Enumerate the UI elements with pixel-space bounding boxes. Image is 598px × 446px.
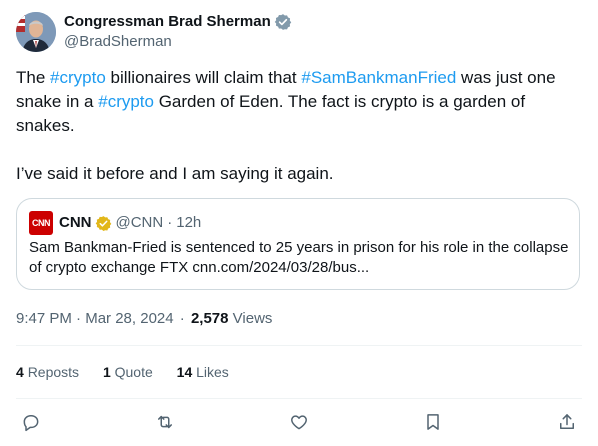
- quotes-stat[interactable]: 1 Quote: [103, 364, 153, 380]
- share-button[interactable]: [552, 407, 582, 437]
- quotes-label: Quote: [114, 364, 153, 380]
- author-handle[interactable]: @BradSherman: [64, 32, 172, 52]
- hashtag-link[interactable]: #SamBankmanFried: [301, 68, 456, 87]
- cnn-logo-icon[interactable]: CNN: [29, 211, 53, 235]
- like-button[interactable]: [284, 407, 314, 437]
- verified-badge-icon[interactable]: [274, 13, 292, 31]
- text-span: billionaires will claim that: [105, 68, 302, 87]
- separator-dot: ·: [76, 310, 82, 327]
- action-bar: [0, 407, 598, 437]
- reposts-stat[interactable]: 4 Reposts: [16, 364, 79, 380]
- separator-dot: ·: [167, 214, 173, 231]
- tweet-detail: Congressman Brad Sherman @BradSherman Th…: [0, 0, 598, 446]
- quotes-count: 1: [102, 364, 111, 380]
- bookmark-button[interactable]: [418, 407, 448, 437]
- reply-icon: [23, 415, 39, 432]
- tweet-paragraph-1: The #crypto billionaires will claim that…: [16, 66, 582, 138]
- quoted-tweet-card[interactable]: CNN CNN @CNN · 12h Sam Bankman-Fried is …: [16, 198, 580, 290]
- tweet-time[interactable]: 9:47 PM: [16, 310, 72, 327]
- tweet-timestamp-row: 9:47 PM · Mar 28, 2024 · 2,578 Views: [16, 309, 272, 329]
- hashtag-link[interactable]: #crypto: [98, 92, 154, 111]
- quoted-tweet-text: Sam Bankman-Fried is sentenced to 25 yea…: [29, 239, 569, 276]
- repost-icon: [158, 415, 172, 429]
- hashtag-link[interactable]: #crypto: [50, 68, 106, 87]
- tweet-paragraph-2: I’ve said it before and I am saying it a…: [16, 164, 334, 183]
- reposts-count: 4: [16, 364, 24, 380]
- reply-button[interactable]: [16, 407, 46, 437]
- views-count: 2,578: [190, 310, 229, 327]
- views-label: Views: [232, 310, 273, 327]
- like-icon: [291, 415, 307, 430]
- quoted-tweet-header: CNN CNN @CNN · 12h: [29, 211, 201, 235]
- repost-button[interactable]: [150, 407, 180, 437]
- engagement-stats: 4 Reposts 1 Quote 14 Likes: [16, 362, 249, 382]
- avatar[interactable]: [16, 12, 56, 52]
- separator-dot: ·: [179, 310, 185, 327]
- tweet-text: The #crypto billionaires will claim that…: [16, 66, 582, 186]
- likes-stat[interactable]: 14 Likes: [177, 364, 229, 380]
- tweet-date[interactable]: Mar 28, 2024: [85, 310, 173, 327]
- bookmark-icon: [427, 414, 439, 430]
- reposts-label: Reposts: [27, 364, 80, 380]
- text-span: The: [16, 68, 51, 87]
- likes-label: Likes: [196, 364, 229, 380]
- gold-verified-badge-icon: [92, 215, 116, 232]
- divider: [16, 398, 582, 399]
- quoted-author-handle[interactable]: @CNN: [116, 213, 164, 233]
- likes-count: 14: [176, 364, 193, 380]
- author-name-row[interactable]: Congressman Brad Sherman: [64, 12, 292, 32]
- share-icon: [560, 414, 574, 429]
- divider: [16, 345, 582, 346]
- quoted-author-name[interactable]: CNN: [59, 213, 92, 233]
- author-display-name[interactable]: Congressman Brad Sherman: [64, 12, 271, 32]
- quoted-tweet-age[interactable]: 12h: [176, 213, 201, 233]
